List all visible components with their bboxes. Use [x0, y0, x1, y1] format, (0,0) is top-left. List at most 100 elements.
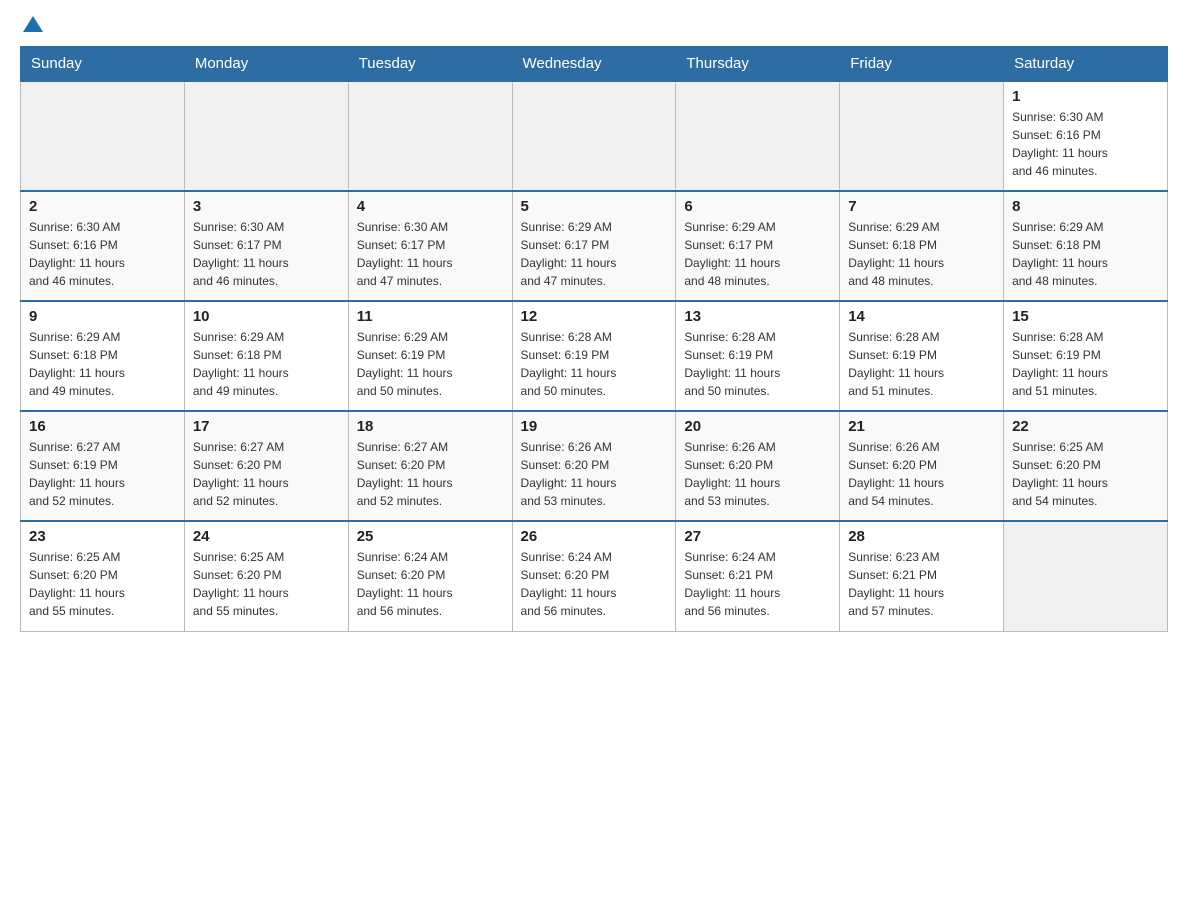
- table-row: 7Sunrise: 6:29 AMSunset: 6:18 PMDaylight…: [840, 191, 1004, 301]
- table-row: 24 Sunrise: 6:25 AMSunset: 6:20 PMDayligh…: [184, 521, 348, 631]
- table-row: 11 Sunrise: 6:29 AMSunset: 6:19 PMDayligh…: [348, 301, 512, 411]
- table-row: [512, 81, 676, 191]
- table-row: [676, 81, 840, 191]
- day-number: 27: [684, 528, 831, 545]
- table-row: 22Sunrise: 6:25 AMSunset: 6:20 PMDayligh…: [1004, 411, 1168, 521]
- table-row: [21, 81, 185, 191]
- table-row: 3 Sunrise: 6:30 AMSunset: 6:17 PMDaylight…: [184, 191, 348, 301]
- day-number: 16: [29, 418, 176, 435]
- logo[interactable]: [20, 20, 43, 36]
- table-row: 5 Sunrise: 6:29 AMSunset: 6:17 PMDaylight…: [512, 191, 676, 301]
- day-number: 25: [357, 528, 504, 545]
- day-info: Sunrise: 6:23 AMSunset: 6:21 PMDaylight:…: [848, 548, 995, 620]
- day-number: 19: [521, 418, 668, 435]
- table-row: 20 Sunrise: 6:26 AMSunset: 6:20 PMDayligh…: [676, 411, 840, 521]
- day-number: 28: [848, 528, 995, 545]
- table-row: 25 Sunrise: 6:24 AMSunset: 6:20 PMDayligh…: [348, 521, 512, 631]
- day-info: Sunrise: 6:30 AMSunset: 6:17 PMDaylight:…: [193, 218, 340, 290]
- logo-triangle-icon: [23, 16, 43, 32]
- day-number: 11: [357, 308, 504, 325]
- day-info: Sunrise: 6:29 AMSunset: 6:18 PMDaylight:…: [29, 328, 176, 400]
- day-info: Sunrise: 6:24 AMSunset: 6:20 PMDaylight:…: [357, 548, 504, 620]
- day-info: Sunrise: 6:27 AMSunset: 6:20 PMDaylight:…: [193, 438, 340, 510]
- calendar-table: Sunday Monday Tuesday Wednesday Thursday…: [20, 46, 1168, 632]
- table-row: 2 Sunrise: 6:30 AMSunset: 6:16 PMDaylight…: [21, 191, 185, 301]
- day-number: 26: [521, 528, 668, 545]
- day-number: 7: [848, 198, 995, 215]
- table-row: 28 Sunrise: 6:23 AMSunset: 6:21 PMDayligh…: [840, 521, 1004, 631]
- table-row: 16 Sunrise: 6:27 AMSunset: 6:19 PMDayligh…: [21, 411, 185, 521]
- day-number: 21: [848, 418, 995, 435]
- day-number: 14: [848, 308, 995, 325]
- day-number: 9: [29, 308, 176, 325]
- day-number: 15: [1012, 308, 1159, 325]
- day-number: 1: [1012, 88, 1159, 105]
- day-number: 13: [684, 308, 831, 325]
- table-row: 23 Sunrise: 6:25 AMSunset: 6:20 PMDayligh…: [21, 521, 185, 631]
- table-row: 21 Sunrise: 6:26 AMSunset: 6:20 PMDayligh…: [840, 411, 1004, 521]
- table-row: 13 Sunrise: 6:28 AMSunset: 6:19 PMDayligh…: [676, 301, 840, 411]
- table-row: 15 Sunrise: 6:28 AMSunset: 6:19 PMDayligh…: [1004, 301, 1168, 411]
- day-number: 8: [1012, 198, 1159, 215]
- table-row: 4 Sunrise: 6:30 AMSunset: 6:17 PMDaylight…: [348, 191, 512, 301]
- calendar-header-row: Sunday Monday Tuesday Wednesday Thursday…: [21, 47, 1168, 82]
- day-info: Sunrise: 6:26 AMSunset: 6:20 PMDaylight:…: [848, 438, 995, 510]
- table-row: 10 Sunrise: 6:29 AMSunset: 6:18 PMDayligh…: [184, 301, 348, 411]
- day-number: 5: [521, 198, 668, 215]
- day-number: 23: [29, 528, 176, 545]
- day-info: Sunrise: 6:28 AMSunset: 6:19 PMDaylight:…: [521, 328, 668, 400]
- day-info: Sunrise: 6:28 AMSunset: 6:19 PMDaylight:…: [684, 328, 831, 400]
- day-number: 12: [521, 308, 668, 325]
- day-number: 24: [193, 528, 340, 545]
- table-row: 18 Sunrise: 6:27 AMSunset: 6:20 PMDayligh…: [348, 411, 512, 521]
- table-row: 27 Sunrise: 6:24 AMSunset: 6:21 PMDayligh…: [676, 521, 840, 631]
- day-number: 18: [357, 418, 504, 435]
- day-info: Sunrise: 6:27 AMSunset: 6:20 PMDaylight:…: [357, 438, 504, 510]
- table-row: 1 Sunrise: 6:30 AMSunset: 6:16 PMDaylight…: [1004, 81, 1168, 191]
- day-info: Sunrise: 6:29 AMSunset: 6:18 PMDaylight:…: [193, 328, 340, 400]
- day-info: Sunrise: 6:29 AMSunset: 6:17 PMDaylight:…: [521, 218, 668, 290]
- day-number: 4: [357, 198, 504, 215]
- day-number: 3: [193, 198, 340, 215]
- col-friday: Friday: [840, 47, 1004, 82]
- table-row: 12 Sunrise: 6:28 AMSunset: 6:19 PMDayligh…: [512, 301, 676, 411]
- day-info: Sunrise: 6:24 AMSunset: 6:21 PMDaylight:…: [684, 548, 831, 620]
- day-number: 10: [193, 308, 340, 325]
- table-row: 8 Sunrise: 6:29 AMSunset: 6:18 PMDaylight…: [1004, 191, 1168, 301]
- day-number: 6: [684, 198, 831, 215]
- table-row: 14 Sunrise: 6:28 AMSunset: 6:19 PMDayligh…: [840, 301, 1004, 411]
- day-info: Sunrise: 6:29 AMSunset: 6:18 PMDaylight:…: [1012, 218, 1159, 290]
- day-number: 17: [193, 418, 340, 435]
- week-row-4: 16 Sunrise: 6:27 AMSunset: 6:19 PMDayligh…: [21, 411, 1168, 521]
- day-info: Sunrise: 6:24 AMSunset: 6:20 PMDaylight:…: [521, 548, 668, 620]
- day-info: Sunrise: 6:29 AMSunset: 6:19 PMDaylight:…: [357, 328, 504, 400]
- day-info: Sunrise: 6:26 AMSunset: 6:20 PMDaylight:…: [684, 438, 831, 510]
- day-info: Sunrise: 6:26 AMSunset: 6:20 PMDaylight:…: [521, 438, 668, 510]
- day-number: 2: [29, 198, 176, 215]
- table-row: [184, 81, 348, 191]
- col-saturday: Saturday: [1004, 47, 1168, 82]
- page-header: [20, 20, 1168, 36]
- day-number: 20: [684, 418, 831, 435]
- table-row: 6 Sunrise: 6:29 AMSunset: 6:17 PMDaylight…: [676, 191, 840, 301]
- col-monday: Monday: [184, 47, 348, 82]
- day-info: Sunrise: 6:25 AMSunset: 6:20 PMDaylight:…: [29, 548, 176, 620]
- day-info: Sunrise: 6:27 AMSunset: 6:19 PMDaylight:…: [29, 438, 176, 510]
- day-info: Sunrise: 6:28 AMSunset: 6:19 PMDaylight:…: [848, 328, 995, 400]
- table-row: 26 Sunrise: 6:24 AMSunset: 6:20 PMDayligh…: [512, 521, 676, 631]
- week-row-1: 1 Sunrise: 6:30 AMSunset: 6:16 PMDaylight…: [21, 81, 1168, 191]
- col-thursday: Thursday: [676, 47, 840, 82]
- day-info: Sunrise: 6:28 AMSunset: 6:19 PMDaylight:…: [1012, 328, 1159, 400]
- week-row-5: 23 Sunrise: 6:25 AMSunset: 6:20 PMDayligh…: [21, 521, 1168, 631]
- day-info: Sunrise: 6:25 AMSunset: 6:20 PMDaylight:…: [1012, 438, 1159, 510]
- table-row: [1004, 521, 1168, 631]
- day-info: Sunrise: 6:30 AMSunset: 6:17 PMDaylight:…: [357, 218, 504, 290]
- day-info: Sunrise: 6:29 AMSunset: 6:17 PMDaylight:…: [684, 218, 831, 290]
- table-row: 19 Sunrise: 6:26 AMSunset: 6:20 PMDayligh…: [512, 411, 676, 521]
- day-info: Sunrise: 6:30 AMSunset: 6:16 PMDaylight:…: [29, 218, 176, 290]
- day-info: Sunrise: 6:25 AMSunset: 6:20 PMDaylight:…: [193, 548, 340, 620]
- col-sunday: Sunday: [21, 47, 185, 82]
- col-tuesday: Tuesday: [348, 47, 512, 82]
- day-info: Sunrise: 6:30 AMSunset: 6:16 PMDaylight:…: [1012, 108, 1159, 180]
- week-row-3: 9 Sunrise: 6:29 AMSunset: 6:18 PMDaylight…: [21, 301, 1168, 411]
